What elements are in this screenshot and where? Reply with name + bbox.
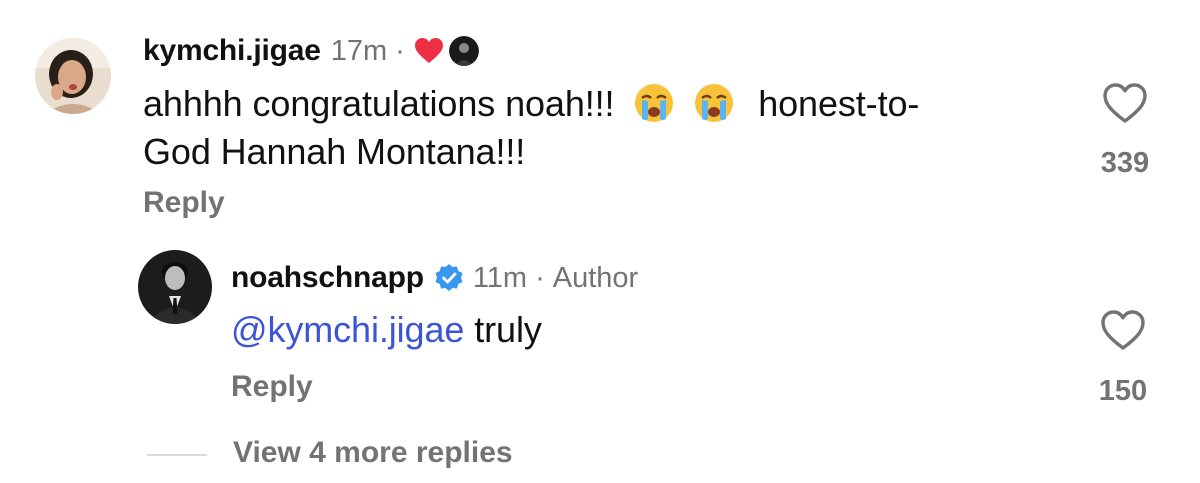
reply-separator: · <box>535 261 545 294</box>
comment-time: 17m <box>330 34 388 67</box>
reply-header: noahschnapp 11m · Author <box>231 257 638 299</box>
reply-text: truly <box>474 309 542 350</box>
comment-like-heart-icon[interactable] <box>1102 82 1148 124</box>
comment-text-part-1: ahhhh congratulations noah!!! <box>143 83 615 124</box>
reply-like-heart-icon[interactable] <box>1100 309 1146 351</box>
loudly-crying-face-icon <box>634 83 674 123</box>
reply-reply-button[interactable]: Reply <box>231 370 313 404</box>
comment-separator: · <box>395 34 405 67</box>
reply-mention-link[interactable]: @kymchi.jigae <box>231 309 464 350</box>
reply-body: @kymchi.jigae truly <box>231 306 542 354</box>
comment-like-count: 339 <box>1100 147 1150 179</box>
reply-time: 11m <box>472 261 528 294</box>
red-heart-icon <box>414 38 443 64</box>
avatar-photo-icon <box>138 250 212 324</box>
loudly-crying-face-icon <box>694 83 734 123</box>
author-label: Author <box>552 261 639 294</box>
comment-body-line-2: God Hannah Montana!!! <box>143 131 526 172</box>
comment-body-line-1: ahhhh congratulations noah!!! honest-to- <box>143 80 1043 128</box>
avatar-photo-icon <box>35 38 111 114</box>
comment-username[interactable]: kymchi.jigae <box>143 34 321 68</box>
verified-badge-icon <box>434 263 464 293</box>
avatar-kymchi-jigae[interactable] <box>35 38 111 114</box>
reply-username[interactable]: noahschnapp <box>231 261 424 295</box>
comment-header: kymchi.jigae 17m · <box>143 30 479 72</box>
comment-body: ahhhh congratulations noah!!! honest-to- <box>143 80 1043 176</box>
avatar-noahschnapp[interactable] <box>138 250 212 324</box>
author-avatar-mini-icon <box>448 36 479 66</box>
comment-reply-button[interactable]: Reply <box>143 186 225 220</box>
view-more-divider <box>147 454 207 456</box>
reply-like-count: 150 <box>1098 375 1148 407</box>
comment-text-part-2: honest-to- <box>758 83 920 124</box>
view-more-replies-button[interactable]: View 4 more replies <box>233 436 513 470</box>
